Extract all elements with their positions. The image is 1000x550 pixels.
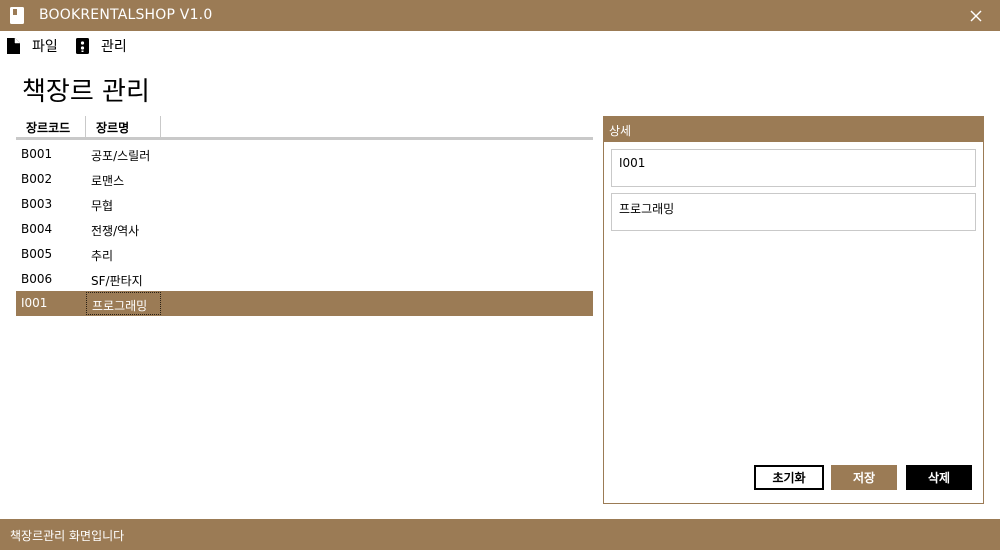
status-text: 책장르관리 화면입니다	[10, 529, 125, 543]
file-icon	[7, 38, 20, 54]
title-bar: BOOKRENTALSHOP V1.0	[0, 0, 1000, 31]
column-header-name[interactable]: 장르명	[86, 116, 161, 137]
menu-bar: 파일 관리	[0, 31, 1000, 59]
table-row[interactable]: B002 로맨스	[16, 167, 593, 192]
cell-code: B003	[21, 197, 53, 211]
detail-header: 상세	[604, 117, 983, 142]
table-row[interactable]: B003 무협	[16, 192, 593, 217]
menu-item-file[interactable]: 파일	[7, 36, 58, 56]
column-header-code[interactable]: 장르코드	[16, 116, 86, 137]
table-row[interactable]: B004 전쟁/역사	[16, 217, 593, 242]
menu-item-file-label: 파일	[32, 39, 58, 55]
cell-code: B005	[21, 247, 53, 261]
cell-name: 전쟁/역사	[91, 224, 140, 238]
status-bar: 책장르관리 화면입니다	[0, 519, 1000, 550]
cell-code: B002	[21, 172, 53, 186]
genre-name-field[interactable]: 프로그래밍	[611, 193, 976, 231]
page-title: 책장르 관리	[22, 77, 150, 107]
menu-item-manage[interactable]: 관리	[76, 36, 127, 56]
table-row-selected[interactable]: I001 프로그래밍	[16, 291, 593, 316]
cell-code: B001	[21, 147, 53, 161]
reset-button[interactable]: 초기화	[754, 465, 824, 490]
grid-header: 장르코드 장르명	[16, 116, 593, 140]
genre-grid[interactable]: 장르코드 장르명 B001 공포/스릴러 B002 로맨스 B003 무협 B0…	[16, 116, 593, 516]
manage-icon	[76, 38, 89, 54]
menu-item-manage-label: 관리	[101, 39, 127, 55]
cell-name: 로맨스	[91, 174, 125, 188]
delete-button[interactable]: 삭제	[906, 465, 972, 490]
cell-name: 공포/스릴러	[91, 149, 151, 163]
cell-name: SF/판타지	[91, 274, 143, 288]
table-row[interactable]: B005 추리	[16, 242, 593, 267]
table-row[interactable]: B006 SF/판타지	[16, 267, 593, 292]
genre-code-field[interactable]: I001	[611, 149, 976, 187]
cell-name: 추리	[91, 249, 114, 263]
window-title: BOOKRENTALSHOP V1.0	[39, 7, 213, 23]
book-icon	[10, 7, 24, 24]
cell-name: 프로그래밍	[86, 292, 161, 315]
cell-code: I001	[21, 296, 48, 310]
cell-code: B006	[21, 272, 53, 286]
cell-name: 무협	[91, 199, 114, 213]
save-button[interactable]: 저장	[831, 465, 897, 490]
table-row[interactable]: B001 공포/스릴러	[16, 142, 593, 167]
detail-panel: 상세 I001 프로그래밍 초기화 저장 삭제	[603, 116, 984, 504]
cell-code: B004	[21, 222, 53, 236]
close-icon[interactable]	[965, 5, 987, 27]
